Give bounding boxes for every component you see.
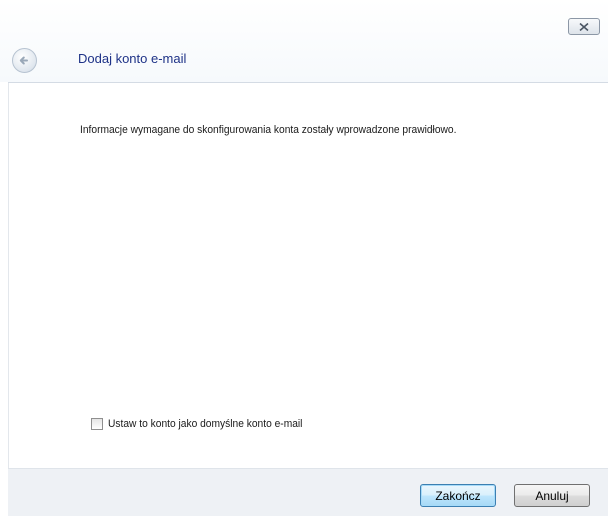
default-account-checkbox[interactable] (91, 418, 103, 430)
content-area (8, 83, 608, 468)
finish-button[interactable]: Zakończ (420, 484, 496, 507)
add-email-account-dialog: Dodaj konto e-mail Informacje wymagane d… (0, 0, 608, 516)
back-arrow-icon (19, 56, 28, 65)
info-message: Informacje wymagane do skonfigurowania k… (80, 124, 457, 136)
dialog-title: Dodaj konto e-mail (78, 51, 187, 66)
default-account-checkbox-label[interactable]: Ustaw to konto jako domyślne konto e-mai… (108, 418, 302, 430)
dialog-header (0, 0, 608, 82)
cancel-button[interactable]: Anuluj (514, 484, 590, 507)
back-button[interactable] (12, 48, 37, 73)
close-button[interactable] (568, 18, 600, 35)
close-icon (579, 22, 589, 31)
default-account-checkbox-row[interactable]: Ustaw to konto jako domyślne konto e-mai… (91, 418, 317, 430)
